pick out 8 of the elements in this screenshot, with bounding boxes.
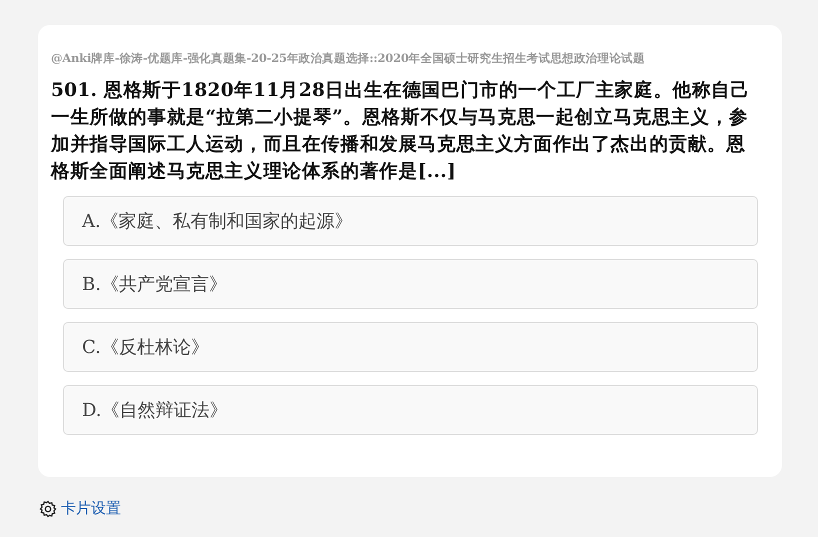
answer-option[interactable]: B.《共产党宣言》: [63, 259, 758, 309]
settings-icon[interactable]: [39, 500, 57, 518]
card-settings-link[interactable]: 卡片设置: [61, 499, 121, 518]
answer-option[interactable]: C.《反杜林论》: [63, 322, 758, 372]
answer-option[interactable]: D.《自然辩证法》: [63, 385, 758, 435]
question-text: 501. 恩格斯于1820年11月28日出生在德国巴门市的一个工厂主家庭。他称自己一生所做的事就是“拉第二小提琴”。恩格斯不仅与马克思一起创立马克思主义，参加并指导国际工人运动，而且在传播和发展马克思主义方面作出了杰出的贡献。恩格斯全面阐述马克思主义理论体系的著作是[...]: [51, 78, 751, 184]
deck-path: @Anki牌库-徐涛-优题库-强化真题集-20-25年政治真题选择::2020年全国硕士研究生招生考试思想政治理论试题: [51, 50, 646, 67]
answer-option[interactable]: A.《家庭、私有制和国家的起源》: [63, 196, 758, 246]
